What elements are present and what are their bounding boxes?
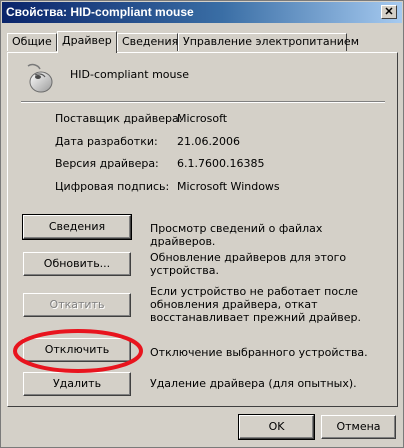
window-title: Свойства: HID-compliant mouse	[6, 5, 194, 19]
provider-value: Microsoft	[177, 112, 228, 125]
properties-dialog: Свойства: HID-compliant mouse ✕ Общие Др…	[0, 0, 404, 448]
date-value: 21.06.2006	[177, 135, 240, 148]
cancel-button[interactable]: Отмена	[321, 415, 396, 439]
title-bar[interactable]: Свойства: HID-compliant mouse ✕	[2, 2, 402, 23]
details-description: Просмотр сведений о файлах драйверов.	[150, 222, 323, 248]
tab-driver[interactable]: Драйвер	[57, 31, 117, 53]
rollback-button: Откатить	[23, 293, 131, 317]
signature-value: Microsoft Windows	[177, 180, 280, 193]
rollback-description: Если устройство не работает после обновл…	[150, 285, 361, 324]
separator	[21, 101, 385, 103]
ok-button[interactable]: OK	[238, 414, 315, 440]
version-value: 6.1.7600.16385	[177, 157, 265, 170]
tab-details[interactable]: Сведения	[117, 33, 178, 51]
mouse-icon	[27, 63, 53, 93]
update-button[interactable]: Обновить...	[23, 252, 131, 276]
date-label: Дата разработки:	[55, 135, 158, 148]
tab-power-management[interactable]: Управление электропитанием	[178, 33, 359, 51]
disable-button[interactable]: Отключить	[23, 338, 131, 362]
close-button[interactable]: ✕	[381, 5, 397, 19]
tab-general[interactable]: Общие	[7, 33, 57, 51]
device-name: HID-compliant mouse	[70, 68, 189, 81]
provider-label: Поставщик драйвера:	[55, 112, 183, 125]
uninstall-button[interactable]: Удалить	[23, 372, 131, 396]
uninstall-description: Удаление драйвера (для опытных).	[150, 377, 357, 390]
details-button[interactable]: Сведения	[22, 214, 132, 240]
disable-description: Отключение выбранного устройства.	[150, 346, 368, 359]
update-description: Обновление драйверов для этого устройств…	[150, 251, 347, 277]
signature-label: Цифровая подпись:	[55, 180, 170, 193]
version-label: Версия драйвера:	[55, 157, 159, 170]
